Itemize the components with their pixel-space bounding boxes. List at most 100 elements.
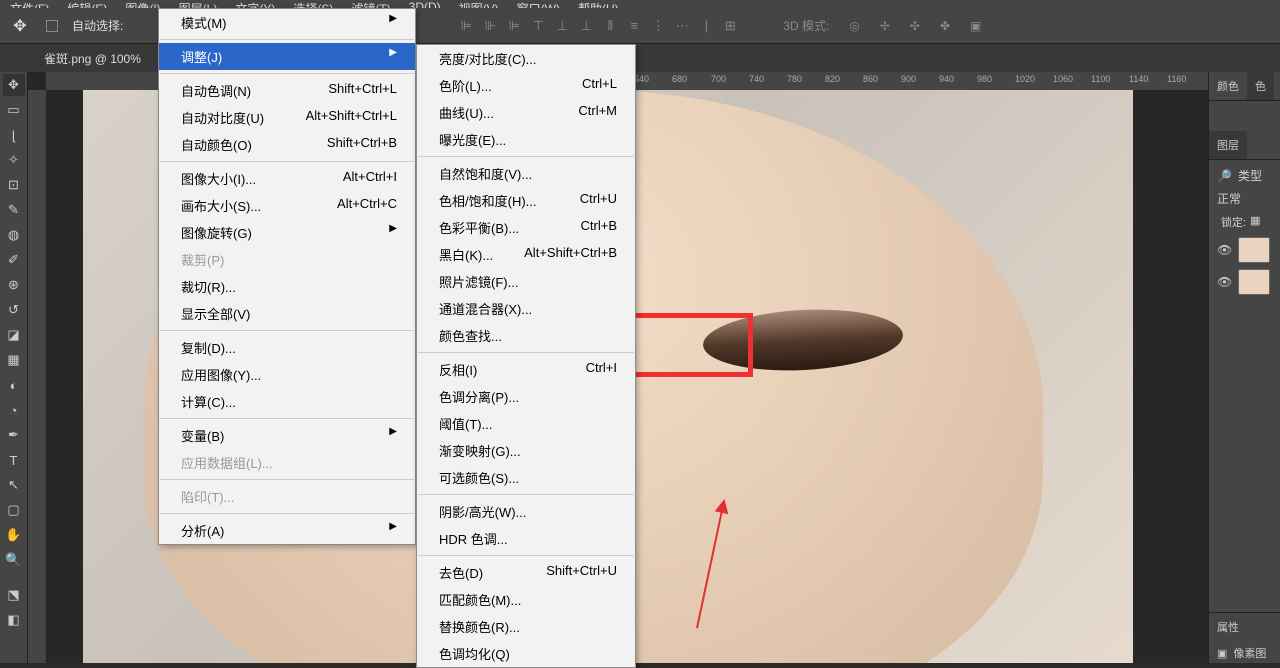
menu-mode[interactable]: 模式(M)▶ <box>159 9 415 36</box>
menu-photo-filter[interactable]: 照片滤镜(F)... <box>417 268 635 295</box>
history-brush-icon[interactable]: ↺ <box>3 299 25 321</box>
menu-gradient-map[interactable]: 渐变映射(G)... <box>417 437 635 464</box>
menu-curves[interactable]: 曲线(U)...Ctrl+M <box>417 99 635 126</box>
lock-pixels-icon[interactable]: ▦ <box>1250 214 1260 230</box>
type-tool-icon[interactable]: T <box>3 449 25 471</box>
color-swap-icon[interactable]: ⬔ <box>3 584 25 606</box>
menu-threshold[interactable]: 阈值(T)... <box>417 410 635 437</box>
document-tab[interactable]: 雀斑.png @ 100% <box>32 50 153 67</box>
stamp-tool-icon[interactable]: ⊛ <box>3 274 25 296</box>
menu-hdr-toning[interactable]: HDR 色调... <box>417 525 635 552</box>
menu-file[interactable]: 文件(F) <box>10 0 49 8</box>
menu-desaturate[interactable]: 去色(D)Shift+Ctrl+U <box>417 559 635 586</box>
blur-tool-icon[interactable]: ◐ <box>3 374 25 396</box>
visibility-icon[interactable]: 👁 <box>1217 243 1232 257</box>
align-bottom-icon[interactable]: ⊥ <box>577 17 595 35</box>
distribute-width-icon[interactable]: ⊞ <box>721 17 739 35</box>
marquee-tool-icon[interactable]: ▭ <box>3 99 25 121</box>
color-panel-tab[interactable]: 颜色 <box>1209 72 1247 100</box>
menu-auto-tone[interactable]: 自动色调(N)Shift+Ctrl+L <box>159 77 415 104</box>
shape-tool-icon[interactable]: ▢ <box>3 499 25 521</box>
menu-exposure[interactable]: 曝光度(E)... <box>417 126 635 153</box>
brush-tool-icon[interactable]: ✐ <box>3 249 25 271</box>
more-icon[interactable]: ⋯ <box>673 17 691 35</box>
healing-tool-icon[interactable]: ◍ <box>3 224 25 246</box>
menu-duplicate[interactable]: 复制(D)... <box>159 334 415 361</box>
menu-help[interactable]: 帮助(H) <box>578 0 619 8</box>
menu-calculations[interactable]: 计算(C)... <box>159 388 415 415</box>
blend-mode-dropdown[interactable]: 正常 <box>1217 190 1241 207</box>
menu-brightness-contrast[interactable]: 亮度/对比度(C)... <box>417 45 635 72</box>
visibility-icon[interactable]: 👁 <box>1217 275 1232 289</box>
menu-invert[interactable]: 反相(I)Ctrl+I <box>417 356 635 383</box>
menu-text[interactable]: 文字(Y) <box>235 0 275 8</box>
hand-tool-icon[interactable]: ✋ <box>3 524 25 546</box>
fg-bg-color-icon[interactable]: ◧ <box>3 609 25 631</box>
menu-black-white[interactable]: 黑白(K)...Alt+Shift+Ctrl+B <box>417 241 635 268</box>
menu-selective-color[interactable]: 可选颜色(S)... <box>417 464 635 491</box>
lasso-tool-icon[interactable]: ɭ <box>3 124 25 146</box>
menu-filter[interactable]: 滤镜(T) <box>351 0 390 8</box>
align-top-icon[interactable]: ⊤ <box>529 17 547 35</box>
menu-hue-saturation[interactable]: 色相/饱和度(H)...Ctrl+U <box>417 187 635 214</box>
main-menu-bar[interactable]: 文件(F) 编辑(E) 图像(I) 图层(L) 文字(Y) 选择(S) 滤镜(T… <box>0 0 1280 8</box>
wand-tool-icon[interactable]: ✧ <box>3 149 25 171</box>
zoom-tool-icon[interactable]: 🔍 <box>3 549 25 571</box>
layers-panel-tab[interactable]: 图层 <box>1209 131 1247 159</box>
crop-tool-icon[interactable]: ⊡ <box>3 174 25 196</box>
menu-posterize[interactable]: 色调分离(P)... <box>417 383 635 410</box>
distribute-v-icon[interactable]: ≡ <box>625 17 643 35</box>
layer-thumbnail[interactable] <box>1238 237 1270 263</box>
menu-3d[interactable]: 3D(D) <box>409 0 441 8</box>
menu-canvas-size[interactable]: 画布大小(S)...Alt+Ctrl+C <box>159 192 415 219</box>
menu-layer[interactable]: 图层(L) <box>179 0 218 8</box>
3d-slide-icon[interactable]: ✤ <box>940 19 950 33</box>
3d-roll-icon[interactable]: ✢ <box>880 19 890 33</box>
eraser-tool-icon[interactable]: ◪ <box>3 324 25 346</box>
distribute-h-icon[interactable]: ⫴ <box>601 17 619 35</box>
swatches-panel-tab[interactable]: 色 <box>1247 72 1274 100</box>
menu-vibrance[interactable]: 自然饱和度(V)... <box>417 160 635 187</box>
distribute-gap-icon[interactable]: ⋮ <box>649 17 667 35</box>
menu-variables[interactable]: 变量(B)▶ <box>159 422 415 449</box>
menu-image-size[interactable]: 图像大小(I)...Alt+Ctrl+I <box>159 165 415 192</box>
menu-match-color[interactable]: 匹配颜色(M)... <box>417 586 635 613</box>
menu-auto-contrast[interactable]: 自动对比度(U)Alt+Shift+Ctrl+L <box>159 104 415 131</box>
menu-window[interactable]: 窗口(W) <box>517 0 560 8</box>
eyedropper-tool-icon[interactable]: ✎ <box>3 199 25 221</box>
menu-color-lookup[interactable]: 颜色查找... <box>417 322 635 349</box>
align-right-icon[interactable]: ⊫ <box>505 17 523 35</box>
layer-row[interactable]: 👁 <box>1215 266 1274 298</box>
menu-adjustments[interactable]: 调整(J)▶ <box>159 43 415 70</box>
layer-row[interactable]: 👁 <box>1215 234 1274 266</box>
3d-scale-icon[interactable]: ▣ <box>970 19 981 33</box>
3d-pan-icon[interactable]: ✣ <box>910 19 920 33</box>
menu-trim[interactable]: 裁切(R)... <box>159 273 415 300</box>
menu-view[interactable]: 视图(V) <box>459 0 499 8</box>
menu-analysis[interactable]: 分析(A)▶ <box>159 517 415 544</box>
3d-orbit-icon[interactable]: ◎ <box>849 19 859 33</box>
menu-edit[interactable]: 编辑(E) <box>67 0 107 8</box>
menu-shadows-highlights[interactable]: 阴影/高光(W)... <box>417 498 635 525</box>
menu-reveal-all[interactable]: 显示全部(V) <box>159 300 415 327</box>
pen-tool-icon[interactable]: ✒ <box>3 424 25 446</box>
menu-channel-mixer[interactable]: 通道混合器(X)... <box>417 295 635 322</box>
layer-thumbnail[interactable] <box>1238 269 1270 295</box>
gradient-tool-icon[interactable]: ▦ <box>3 349 25 371</box>
menu-color-balance[interactable]: 色彩平衡(B)...Ctrl+B <box>417 214 635 241</box>
menu-auto-color[interactable]: 自动颜色(O)Shift+Ctrl+B <box>159 131 415 158</box>
menu-apply-image[interactable]: 应用图像(Y)... <box>159 361 415 388</box>
menu-replace-color[interactable]: 替换颜色(R)... <box>417 613 635 640</box>
auto-select-checkbox[interactable] <box>46 20 58 32</box>
align-left-icon[interactable]: ⊫ <box>457 17 475 35</box>
align-center-v-icon[interactable]: ⊥ <box>553 17 571 35</box>
menu-image[interactable]: 图像(I) <box>125 0 160 8</box>
menu-image-rotation[interactable]: 图像旋转(G)▶ <box>159 219 415 246</box>
layer-kind-label[interactable]: 类型 <box>1238 167 1262 184</box>
move-tool-icon[interactable]: ✥ <box>3 74 25 96</box>
menu-levels[interactable]: 色阶(L)...Ctrl+L <box>417 72 635 99</box>
menu-select[interactable]: 选择(S) <box>293 0 333 8</box>
properties-panel-header[interactable]: 属性 <box>1209 612 1280 641</box>
dodge-tool-icon[interactable]: ◔ <box>3 399 25 421</box>
path-tool-icon[interactable]: ↖ <box>3 474 25 496</box>
